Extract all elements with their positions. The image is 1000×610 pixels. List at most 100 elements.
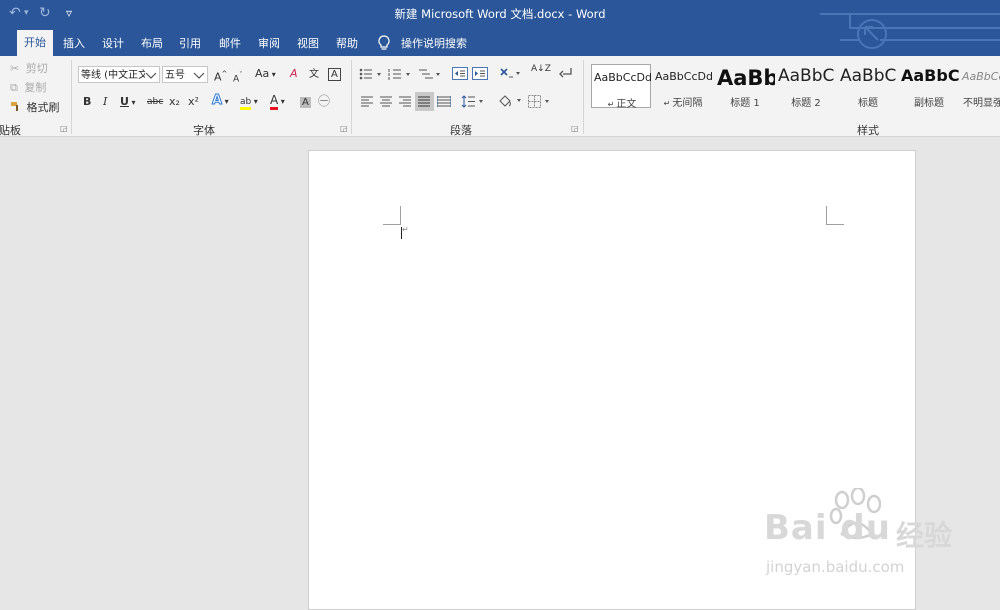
justify-icon bbox=[418, 96, 430, 107]
format-painter-button[interactable]: 格式刷 bbox=[10, 100, 60, 116]
character-shading-icon: A bbox=[300, 97, 311, 108]
change-case-icon: Aa bbox=[255, 67, 270, 80]
highlighter-icon: ab bbox=[240, 97, 252, 110]
style-name: 正文 bbox=[616, 99, 637, 110]
grow-font-button[interactable]: A^ bbox=[214, 66, 227, 86]
title-bar: ↶ ▾ ↻ ▿ 新建 Microsoft Word 文档.docx - Word… bbox=[0, 0, 1000, 56]
paragraph-mark-icon: ↵ bbox=[663, 99, 671, 108]
align-right-icon[interactable] bbox=[399, 96, 411, 107]
numbering-icon[interactable] bbox=[388, 68, 412, 80]
tab-mailings[interactable]: 邮件 bbox=[219, 35, 241, 51]
font-group-label: 字体 bbox=[193, 124, 215, 137]
subscript-button[interactable]: x₂ bbox=[169, 94, 180, 110]
italic-button[interactable]: I bbox=[103, 94, 107, 110]
tell-me-search[interactable]: 操作说明搜索 bbox=[401, 35, 467, 51]
style-name: 副标题 bbox=[914, 98, 944, 109]
crop-mark-top-right bbox=[826, 206, 827, 224]
style-sample: AaBb bbox=[717, 66, 775, 90]
italic-icon: I bbox=[103, 95, 108, 108]
tab-review[interactable]: 审阅 bbox=[258, 35, 280, 51]
paragraph-group-label: 段落 bbox=[450, 124, 472, 137]
superscript-button[interactable]: x² bbox=[188, 94, 199, 110]
enclose-characters-button[interactable]: ㊀ bbox=[318, 93, 330, 110]
cut-button[interactable]: ✂ 剪切 bbox=[10, 61, 48, 77]
font-size-value: 五号 bbox=[165, 70, 185, 81]
tab-view[interactable]: 视图 bbox=[297, 35, 319, 51]
font-name-select[interactable]: 等线 (中文正文) bbox=[78, 66, 160, 83]
crop-mark-top-right bbox=[826, 224, 844, 225]
style-card[interactable]: AaBbC 副标题 bbox=[899, 64, 959, 109]
sort-icon: A↓Z bbox=[531, 64, 551, 74]
style-sample: AaBbC bbox=[901, 66, 959, 85]
tab-layout[interactable]: 布局 bbox=[141, 35, 163, 51]
align-center-icon[interactable] bbox=[380, 96, 392, 107]
distributed-icon[interactable] bbox=[437, 96, 451, 107]
tab-design[interactable]: 设计 bbox=[102, 35, 124, 51]
sort-button[interactable]: A↓Z bbox=[531, 65, 551, 74]
line-spacing-icon[interactable] bbox=[461, 95, 485, 108]
format-painter-label: 格式刷 bbox=[26, 101, 60, 114]
style-sample: AaBbC bbox=[778, 66, 835, 86]
copy-button[interactable]: ⧉ 复制 bbox=[10, 80, 46, 96]
paragraph-launcher-icon[interactable]: ◲ bbox=[571, 124, 579, 133]
cut-label: 剪切 bbox=[25, 62, 48, 75]
clear-formatting-button[interactable]: A bbox=[290, 66, 298, 82]
clipboard-group-label: 剪贴板 bbox=[0, 124, 21, 137]
style-card[interactable]: AaBb 标题 1 bbox=[715, 64, 775, 109]
text-effects-icon: A bbox=[211, 93, 223, 109]
bold-button[interactable]: B bbox=[83, 94, 91, 110]
tab-home[interactable]: 开始 bbox=[17, 30, 53, 56]
character-border-button[interactable]: A bbox=[328, 66, 341, 83]
style-card[interactable]: AaBbC 标题 bbox=[838, 64, 898, 109]
tab-help[interactable]: 帮助 bbox=[336, 35, 358, 51]
increase-indent-icon[interactable] bbox=[472, 67, 488, 80]
watermark-cn: 经验 bbox=[896, 519, 953, 552]
style-name: 无间隔 bbox=[672, 98, 703, 109]
underline-icon: U bbox=[120, 95, 129, 108]
show-marks-icon[interactable] bbox=[559, 67, 573, 80]
style-card[interactable]: AaBbCcDd 不明显强调 bbox=[960, 64, 1000, 108]
paragraph-mark: ↵ bbox=[402, 225, 409, 234]
style-card[interactable]: AaBbC 标题 2 bbox=[776, 64, 836, 109]
font-launcher-icon[interactable]: ◲ bbox=[340, 124, 348, 133]
character-border-icon: A bbox=[328, 68, 341, 81]
lightbulb-icon[interactable] bbox=[378, 35, 390, 51]
crop-mark-top-left bbox=[400, 206, 401, 224]
borders-icon[interactable] bbox=[528, 95, 552, 108]
change-case-button[interactable]: Aa ▾ bbox=[255, 66, 276, 83]
text-effects-button[interactable]: A ▾ bbox=[211, 93, 228, 110]
justify-button[interactable] bbox=[415, 92, 434, 111]
shading-icon[interactable] bbox=[497, 94, 523, 108]
shrink-font-button[interactable]: Aˇ bbox=[233, 67, 243, 88]
scissors-icon: ✂ bbox=[10, 62, 20, 75]
font-color-button[interactable]: A ▾ bbox=[270, 93, 285, 110]
font-size-select[interactable]: 五号 bbox=[162, 66, 208, 83]
tab-references[interactable]: 引用 bbox=[179, 35, 201, 51]
copy-icon: ⧉ bbox=[10, 81, 18, 94]
style-card[interactable]: AaBbCcDd ↵ 无间隔 bbox=[653, 64, 713, 109]
multilevel-list-icon[interactable] bbox=[418, 68, 442, 80]
tab-insert[interactable]: 插入 bbox=[63, 35, 85, 51]
decrease-indent-icon[interactable] bbox=[452, 67, 468, 80]
chinese-layout-icon[interactable] bbox=[499, 67, 523, 80]
style-sample: AaBbCcDd bbox=[962, 70, 1000, 83]
superscript-icon: x² bbox=[188, 95, 199, 108]
window-title: 新建 Microsoft Word 文档.docx - Word bbox=[394, 7, 606, 21]
style-card[interactable]: AaBbCcDd ↵ 正文 bbox=[591, 64, 652, 110]
watermark-brand: Bai du bbox=[764, 508, 891, 548]
strikethrough-button[interactable]: abc bbox=[147, 94, 163, 110]
paintbrush-icon bbox=[11, 102, 18, 111]
baidu-watermark: Bai du 经验 jingyan.baidu.com bbox=[764, 488, 964, 588]
highlight-button[interactable]: ab ▾ bbox=[240, 93, 258, 110]
clipboard-launcher-icon[interactable]: ◲ bbox=[60, 124, 68, 133]
phonetic-guide-button[interactable]: 文 bbox=[309, 66, 319, 83]
phonetic-guide-icon: 文 bbox=[309, 69, 319, 80]
font-name-value: 等线 (中文正文) bbox=[81, 70, 145, 81]
character-shading-button[interactable]: A bbox=[300, 94, 311, 111]
watermark-url: jingyan.baidu.com bbox=[766, 558, 905, 576]
style-name: 标题 bbox=[858, 98, 878, 109]
underline-button[interactable]: U ▾ bbox=[120, 94, 136, 111]
group-divider bbox=[583, 60, 584, 134]
bullets-icon[interactable] bbox=[359, 68, 383, 80]
align-left-icon[interactable] bbox=[361, 96, 373, 107]
